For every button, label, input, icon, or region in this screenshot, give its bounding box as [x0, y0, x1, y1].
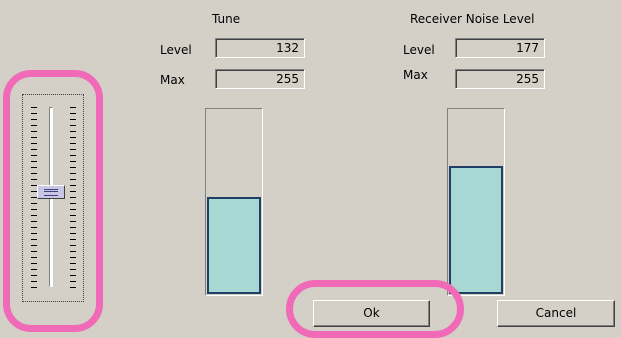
tune-slider[interactable]: [22, 94, 84, 302]
noise-level-label: Level: [403, 43, 435, 57]
tune-max-label: Max: [160, 73, 185, 87]
tune-meter-fill: [207, 197, 261, 294]
tune-title: Tune: [212, 12, 241, 26]
noise-level-field: 177: [455, 38, 545, 58]
cancel-button[interactable]: Cancel: [497, 300, 615, 327]
noise-title: Receiver Noise Level: [410, 12, 535, 26]
tune-max-field: 255: [215, 69, 305, 89]
slider-ticks-right: [70, 107, 76, 289]
tune-level-label: Level: [160, 43, 192, 57]
noise-level-meter: [447, 108, 505, 296]
tune-level-meter: [205, 108, 263, 296]
noise-meter-fill: [449, 165, 503, 294]
noise-max-label: Max: [403, 68, 428, 82]
noise-max-field: 255: [455, 69, 545, 89]
slider-thumb[interactable]: [37, 185, 65, 199]
tune-level-field: 132: [215, 38, 305, 58]
ok-button[interactable]: Ok: [313, 300, 430, 327]
